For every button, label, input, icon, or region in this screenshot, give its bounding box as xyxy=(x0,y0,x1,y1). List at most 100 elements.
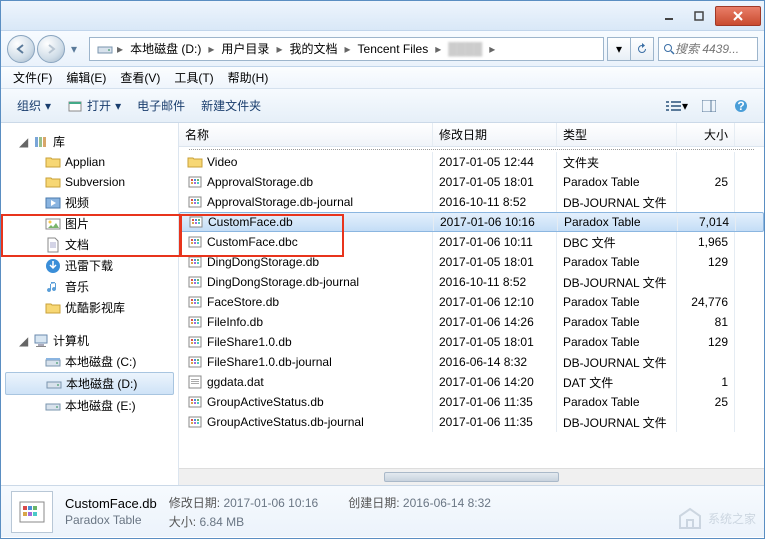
details-size: 6.84 MB xyxy=(199,515,244,529)
file-type: DB-JOURNAL 文件 xyxy=(557,272,677,292)
menu-view[interactable]: 查看(V) xyxy=(114,67,166,88)
file-name: GroupActiveStatus.db-journal xyxy=(207,415,364,429)
new-folder-button[interactable]: 新建文件夹 xyxy=(193,93,269,118)
search-box[interactable] xyxy=(658,37,758,61)
email-button[interactable]: 电子邮件 xyxy=(129,93,193,118)
close-button[interactable] xyxy=(715,6,761,26)
file-list[interactable]: Video2017-01-05 12:44文件夹ApprovalStorage.… xyxy=(179,147,764,468)
view-mode-button[interactable]: ▾ xyxy=(662,95,692,117)
file-row[interactable]: Video2017-01-05 12:44文件夹 xyxy=(179,152,764,172)
document-icon xyxy=(45,237,61,253)
col-date[interactable]: 修改日期 xyxy=(433,123,557,146)
col-name[interactable]: 名称 xyxy=(179,123,433,146)
refresh-button[interactable] xyxy=(630,37,654,61)
menu-edit[interactable]: 编辑(E) xyxy=(60,67,112,88)
menu-file[interactable]: 文件(F) xyxy=(7,67,58,88)
col-type[interactable]: 类型 xyxy=(557,123,677,146)
file-icon xyxy=(188,214,204,230)
file-row[interactable]: FaceStore.db2017-01-06 12:10Paradox Tabl… xyxy=(179,292,764,312)
file-date: 2017-01-06 11:35 xyxy=(433,392,557,412)
toolbar: 组织 ▾ 打开 ▾ 电子邮件 新建文件夹 ▾ ? xyxy=(1,89,764,123)
tree-music[interactable]: 音乐 xyxy=(1,276,178,297)
breadcrumb-obscured[interactable]: ████ xyxy=(442,42,488,56)
file-name: GroupActiveStatus.db xyxy=(207,395,324,409)
menu-help[interactable]: 帮助(H) xyxy=(222,67,275,88)
file-size xyxy=(677,352,735,372)
file-date: 2017-01-05 18:01 xyxy=(433,252,557,272)
tree-subversion[interactable]: Subversion xyxy=(1,172,178,192)
file-name: CustomFace.db xyxy=(208,215,293,229)
file-name: FileShare1.0.db-journal xyxy=(207,355,332,369)
file-icon xyxy=(187,394,203,410)
forward-button[interactable] xyxy=(37,35,65,63)
menu-tools[interactable]: 工具(T) xyxy=(168,67,219,88)
file-size xyxy=(677,412,735,432)
drive-icon xyxy=(97,41,113,57)
maximize-button[interactable] xyxy=(685,6,713,26)
computer-icon xyxy=(33,333,49,349)
minimize-button[interactable] xyxy=(655,6,683,26)
file-name: FileShare1.0.db xyxy=(207,335,292,349)
file-date: 2017-01-06 10:11 xyxy=(433,232,557,252)
breadcrumb-drive[interactable]: 本地磁盘 (D:) xyxy=(124,40,207,57)
file-row[interactable]: ApprovalStorage.db-journal2016-10-11 8:5… xyxy=(179,192,764,212)
back-button[interactable] xyxy=(7,35,35,63)
preview-pane-button[interactable] xyxy=(694,95,724,117)
file-type: DAT 文件 xyxy=(557,372,677,392)
file-icon xyxy=(187,414,203,430)
tree-document[interactable]: 文档 xyxy=(1,234,178,255)
tree-applian[interactable]: Applian xyxy=(1,152,178,172)
tree-xunlei[interactable]: 迅雷下载 xyxy=(1,255,178,276)
tree-computer[interactable]: ◢计算机 xyxy=(1,330,178,351)
file-size xyxy=(677,192,735,212)
file-row[interactable]: CustomFace.dbc2017-01-06 10:11DBC 文件1,96… xyxy=(179,232,764,252)
drive-icon xyxy=(46,376,62,392)
menu-bar: 文件(F) 编辑(E) 查看(V) 工具(T) 帮助(H) xyxy=(1,67,764,89)
file-row[interactable]: FileInfo.db2017-01-06 14:26Paradox Table… xyxy=(179,312,764,332)
tree-youku[interactable]: 优酷影视库 xyxy=(1,297,178,318)
file-date: 2017-01-06 14:26 xyxy=(433,312,557,332)
breadcrumb-item[interactable]: 我的文档 xyxy=(283,40,343,57)
search-input[interactable] xyxy=(675,42,753,56)
col-size[interactable]: 大小 xyxy=(677,123,735,146)
horizontal-scrollbar[interactable] xyxy=(179,468,764,485)
tree-disk-c[interactable]: 本地磁盘 (C:) xyxy=(1,351,178,372)
breadcrumb[interactable]: ▸ 本地磁盘 (D:)▸ 用户目录▸ 我的文档▸ Tencent Files▸ … xyxy=(89,37,604,61)
breadcrumb-item[interactable]: Tencent Files xyxy=(352,42,435,56)
help-button[interactable]: ? xyxy=(726,95,756,117)
open-button[interactable]: 打开 ▾ xyxy=(59,93,129,118)
history-dropdown-icon[interactable]: ▾ xyxy=(71,42,77,56)
file-row[interactable]: CustomFace.db2017-01-06 10:16Paradox Tab… xyxy=(179,212,764,232)
file-row[interactable]: GroupActiveStatus.db-journal2017-01-06 1… xyxy=(179,412,764,432)
file-type: DB-JOURNAL 文件 xyxy=(557,192,677,212)
file-name: CustomFace.dbc xyxy=(207,235,298,249)
drive-icon xyxy=(45,398,61,414)
file-size: 7,014 xyxy=(678,213,736,231)
file-name: FileInfo.db xyxy=(207,315,263,329)
file-row[interactable]: GroupActiveStatus.db2017-01-06 11:35Para… xyxy=(179,392,764,412)
breadcrumb-item[interactable]: 用户目录 xyxy=(215,40,275,57)
file-row[interactable]: ApprovalStorage.db2017-01-05 18:01Parado… xyxy=(179,172,764,192)
tree-video[interactable]: 视频 xyxy=(1,192,178,213)
address-dropdown-button[interactable]: ▾ xyxy=(607,37,631,61)
file-row[interactable]: DingDongStorage.db-journal2016-10-11 8:5… xyxy=(179,272,764,292)
file-size xyxy=(677,152,735,172)
explorer-window: ▾ ▸ 本地磁盘 (D:)▸ 用户目录▸ 我的文档▸ Tencent Files… xyxy=(0,0,765,539)
video-icon xyxy=(45,195,61,211)
tree-picture[interactable]: 图片 xyxy=(1,213,178,234)
file-row[interactable]: FileShare1.0.db-journal2016-06-14 8:32DB… xyxy=(179,352,764,372)
folder-icon xyxy=(45,300,61,316)
pane-icon xyxy=(702,100,716,112)
file-type: Paradox Table xyxy=(558,213,678,231)
organize-button[interactable]: 组织 ▾ xyxy=(9,93,59,118)
file-row[interactable]: ggdata.dat2017-01-06 14:20DAT 文件1 xyxy=(179,372,764,392)
details-filename: CustomFace.db xyxy=(65,496,157,511)
file-row[interactable]: FileShare1.0.db2017-01-05 18:01Paradox T… xyxy=(179,332,764,352)
file-name: Video xyxy=(207,155,237,169)
file-icon xyxy=(187,254,203,270)
tree-library[interactable]: ◢库 xyxy=(1,131,178,152)
file-row[interactable]: DingDongStorage.db2017-01-05 18:01Parado… xyxy=(179,252,764,272)
tree-disk-d[interactable]: 本地磁盘 (D:) xyxy=(5,372,174,395)
file-name: DingDongStorage.db-journal xyxy=(207,275,359,289)
tree-disk-e[interactable]: 本地磁盘 (E:) xyxy=(1,395,178,416)
